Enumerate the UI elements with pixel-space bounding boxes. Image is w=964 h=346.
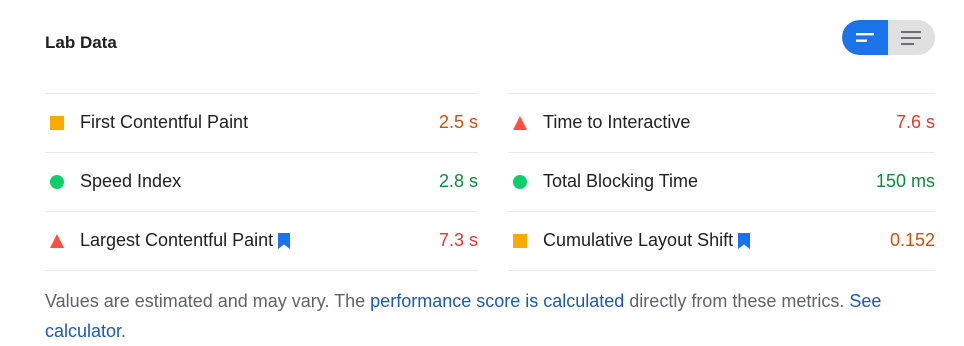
compact-list-icon	[856, 32, 874, 42]
disclaimer-text-part: .	[121, 321, 127, 341]
metric-label: Largest Contentful Paint	[80, 230, 274, 250]
metric-row-total-blocking-time: Total Blocking Time 150 ms	[508, 152, 935, 211]
compact-view-button[interactable]	[842, 20, 888, 55]
metric-label: First Contentful Paint	[80, 112, 249, 132]
metric-label: Time to Interactive	[543, 112, 691, 132]
metric-label: Total Blocking Time	[543, 171, 699, 191]
metric-row-time-to-interactive: Time to Interactive 7.6 s	[508, 93, 935, 152]
metric-label: Cumulative Layout Shift	[543, 230, 734, 250]
metrics-column-left: First Contentful Paint 2.5 s Speed Index…	[45, 93, 478, 271]
metric-value: 150 ms	[875, 171, 935, 191]
orange-square-icon	[513, 234, 527, 248]
metric-value: 7.3 s	[438, 230, 478, 250]
red-triangle-icon	[50, 234, 64, 248]
metric-value: 2.8 s	[438, 171, 478, 191]
orange-square-icon	[50, 116, 64, 130]
performance-score-link[interactable]: performance score is calculated	[370, 291, 624, 311]
bookmark-icon[interactable]	[277, 232, 291, 249]
metrics-column-right: Time to Interactive 7.6 s Total Blocking…	[508, 93, 935, 271]
metric-value: 7.6 s	[895, 112, 935, 132]
view-toggle[interactable]	[842, 20, 935, 55]
expanded-list-icon	[901, 30, 921, 45]
disclaimer-text: Values are estimated and may vary. The p…	[45, 286, 925, 346]
metric-row-cumulative-layout-shift: Cumulative Layout Shift 0.152	[508, 211, 935, 271]
disclaimer-text-part: Values are estimated and may vary. The	[45, 291, 371, 311]
disclaimer-text-part: directly from these metrics.	[624, 291, 850, 311]
metric-row-largest-contentful-paint: Largest Contentful Paint 7.3 s	[45, 211, 478, 271]
bookmark-icon[interactable]	[737, 232, 751, 249]
expanded-view-button[interactable]	[888, 20, 934, 55]
lab-data-header: Lab Data	[45, 20, 935, 66]
green-circle-icon	[50, 175, 64, 189]
metric-value: 0.152	[889, 230, 935, 250]
metric-label: Speed Index	[80, 171, 182, 191]
green-circle-icon	[513, 175, 527, 189]
metric-value: 2.5 s	[438, 112, 478, 132]
metric-row-speed-index: Speed Index 2.8 s	[45, 152, 478, 211]
section-title: Lab Data	[45, 33, 117, 52]
metric-row-first-contentful-paint: First Contentful Paint 2.5 s	[45, 93, 478, 152]
red-triangle-icon	[513, 116, 527, 130]
